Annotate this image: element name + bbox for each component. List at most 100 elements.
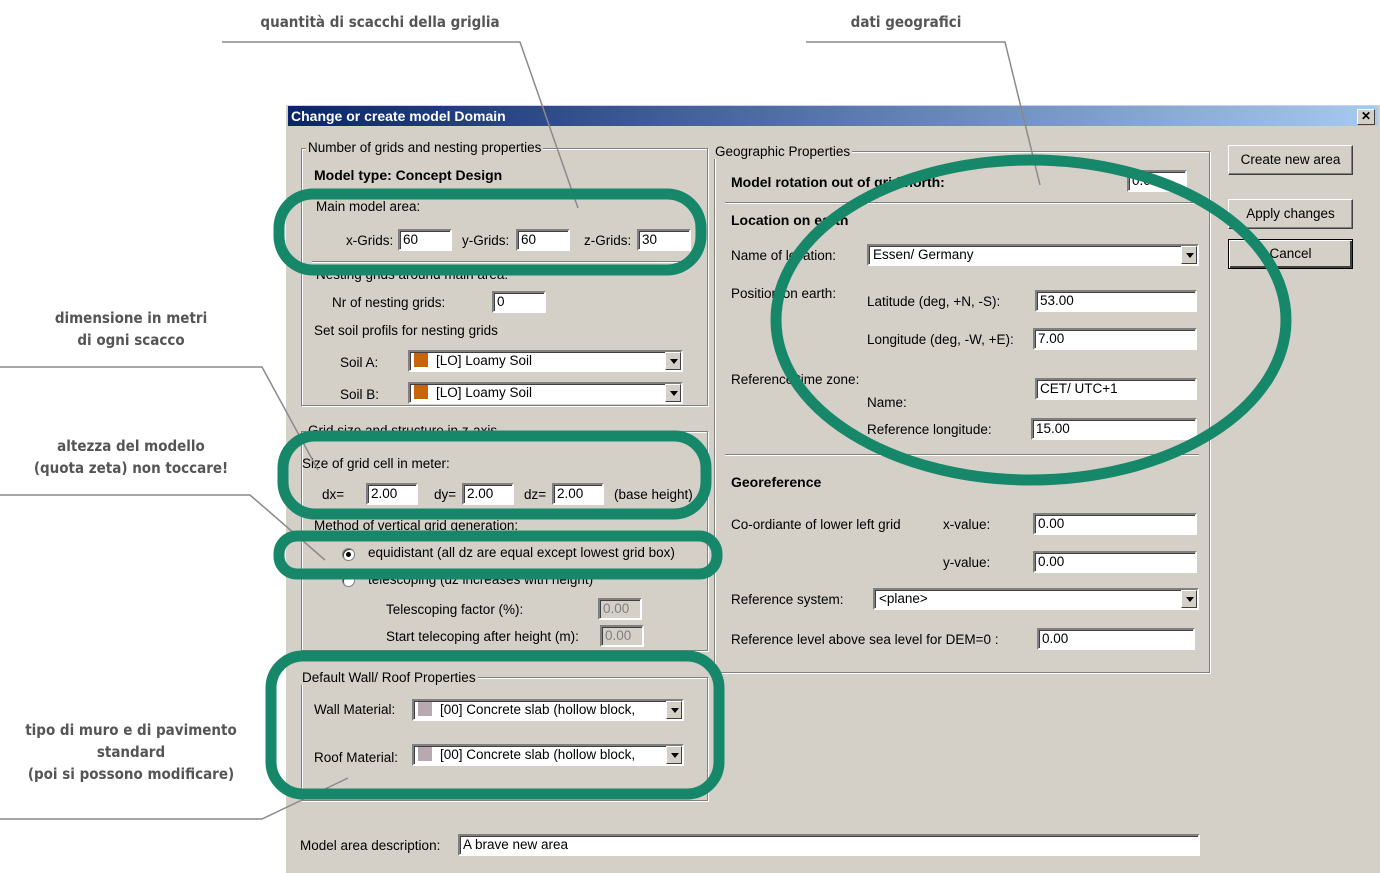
longitude-label: Longitude (deg, -W, +E): — [867, 332, 1014, 347]
grids-separator — [312, 261, 696, 263]
y-value-input[interactable]: 0.00 — [1033, 551, 1197, 573]
tel-factor-input[interactable]: 0.00 — [598, 598, 642, 620]
annotation-wall-roof-line1: tipo di muro e di pavimento — [25, 721, 237, 739]
annotation-cell-size: dimensione in metri di ogni scacco — [0, 307, 262, 351]
y-grids-label: y-Grids: — [462, 233, 510, 248]
cells-group-label: Grid size and structure in z-axis — [306, 423, 500, 438]
telescoping-radio[interactable] — [342, 574, 355, 587]
geo-group-label: Geographic Properties — [713, 144, 853, 159]
tel-factor-label: Telescoping factor (%): — [386, 602, 524, 617]
nesting-heading: Nesting grids around main area: — [316, 267, 509, 282]
apply-changes-button[interactable]: Apply changes — [1228, 199, 1353, 229]
wall-material-select[interactable]: [00] Concrete slab (hollow block, — [412, 699, 684, 721]
location-heading: Location on earth — [731, 212, 849, 228]
y-grids-input[interactable]: 60 — [516, 229, 570, 251]
soil-a-label: Soil A: — [340, 355, 379, 370]
wall-material-value: [00] Concrete slab (hollow block, — [440, 702, 636, 717]
equidistant-label: equidistant (all dz are equal except low… — [368, 545, 675, 560]
telescoping-label: telescoping (dz increases with height) — [368, 572, 594, 587]
tel-start-input[interactable]: 0.00 — [600, 625, 644, 647]
annotation-cell-size-line2: di ogni scacco — [77, 331, 185, 349]
walls-group-label: Default Wall/ Roof Properties — [300, 670, 478, 685]
tz-name-label: Name: — [867, 395, 907, 410]
latitude-input[interactable]: 53.00 — [1035, 290, 1197, 312]
x-value-input[interactable]: 0.00 — [1033, 513, 1197, 535]
dialog-title: Change or create model Domain — [291, 108, 506, 124]
wall-material-swatch — [418, 702, 432, 716]
z-grids-input[interactable]: 30 — [637, 229, 691, 251]
rotation-label: Model rotation out of grid north: — [731, 174, 945, 190]
cell-size-label: Size of grid cell in meter: — [302, 456, 450, 471]
chevron-down-icon[interactable] — [665, 352, 681, 370]
annotation-grid-count: quantità di scacchi della griglia — [260, 13, 500, 31]
georef-heading: Georeference — [731, 474, 822, 490]
chevron-down-icon[interactable] — [665, 384, 681, 402]
soil-a-value: [LO] Loamy Soil — [436, 353, 533, 368]
roof-material-swatch — [418, 747, 432, 761]
leader-line-model-height — [0, 494, 326, 561]
create-new-area-button[interactable]: Create new area — [1228, 145, 1353, 175]
close-icon[interactable]: ✕ — [1357, 109, 1375, 125]
annotation-cell-size-line1: dimensione in metri — [54, 309, 208, 327]
roof-material-select[interactable]: [00] Concrete slab (hollow block, — [412, 744, 684, 766]
grids-group: Number of grids and nesting properties M… — [301, 140, 708, 406]
timezone-label: Reference time zone: — [731, 372, 860, 387]
annotation-wall-roof: tipo di muro e di pavimento standard (po… — [0, 719, 262, 785]
chevron-down-icon[interactable] — [666, 746, 682, 764]
dz-label: dz= — [524, 487, 547, 502]
annotation-wall-roof-line2: standard — [96, 743, 166, 761]
rotation-separator — [725, 202, 1199, 204]
latitude-label: Latitude (deg, +N, -S): — [867, 294, 1001, 309]
ref-longitude-label: Reference longitude: — [867, 422, 992, 437]
equidistant-radio[interactable] — [342, 548, 355, 561]
location-name-value: Essen/ Germany — [873, 247, 974, 262]
annotation-model-height: altezza del modello (quota zeta) non toc… — [0, 435, 262, 479]
chevron-down-icon[interactable] — [666, 701, 682, 719]
soil-b-swatch — [414, 385, 428, 399]
grids-group-label: Number of grids and nesting properties — [306, 140, 544, 155]
geo-group: Geographic Properties Model rotation out… — [713, 144, 1210, 673]
nesting-count-input[interactable]: 0 — [492, 291, 546, 313]
chevron-down-icon[interactable] — [1181, 246, 1197, 264]
soil-b-label: Soil B: — [340, 387, 380, 402]
z-grids-label: z-Grids: — [584, 233, 632, 248]
tel-start-label: Start telecoping after height (m): — [386, 629, 579, 644]
annotation-model-height-line2: (quota zeta) non toccare! — [33, 459, 229, 477]
y-value-label: y-value: — [943, 555, 991, 570]
soil-a-swatch — [414, 353, 428, 367]
soil-heading: Set soil profils for nesting grids — [314, 323, 498, 338]
position-label: Position on earth: — [731, 286, 837, 301]
soil-b-value: [LO] Loamy Soil — [436, 385, 533, 400]
description-input[interactable]: A brave new area — [458, 834, 1200, 856]
x-grids-label: x-Grids: — [346, 233, 394, 248]
main-area-label: Main model area: — [316, 199, 421, 214]
walls-group: Default Wall/ Roof Properties Wall Mater… — [300, 670, 708, 801]
dz-input[interactable]: 2.00 — [552, 483, 604, 505]
soil-a-select[interactable]: [LO] Loamy Soil — [408, 350, 683, 372]
ref-longitude-input[interactable]: 15.00 — [1031, 418, 1197, 440]
location-name-select[interactable]: Essen/ Germany — [867, 244, 1199, 266]
title-bar[interactable]: Change or create model Domain ✕ — [288, 106, 1378, 126]
model-type-label: Model type: Concept Design — [314, 167, 503, 183]
rotation-input[interactable]: 0.00 — [1127, 170, 1187, 192]
description-label: Model area description: — [300, 838, 441, 853]
x-value-label: x-value: — [943, 517, 991, 532]
ref-sea-input[interactable]: 0.00 — [1037, 628, 1195, 650]
ref-system-label: Reference system: — [731, 592, 844, 607]
chevron-down-icon[interactable] — [1181, 590, 1197, 608]
dx-label: dx= — [322, 487, 345, 502]
wall-material-label: Wall Material: — [314, 702, 396, 717]
cells-group: Grid size and structure in z-axis Size o… — [301, 423, 708, 651]
roof-material-value: [00] Concrete slab (hollow block, — [440, 747, 636, 762]
base-height-label: (base height) — [614, 487, 693, 502]
cancel-button[interactable]: Cancel — [1228, 239, 1353, 269]
dx-input[interactable]: 2.00 — [366, 483, 418, 505]
dy-input[interactable]: 2.00 — [462, 483, 514, 505]
x-grids-input[interactable]: 60 — [398, 229, 452, 251]
soil-b-select[interactable]: [LO] Loamy Soil — [408, 382, 683, 404]
location-name-label: Name of location: — [731, 248, 837, 263]
tz-name-input[interactable]: CET/ UTC+1 — [1035, 378, 1197, 400]
ref-system-select[interactable]: <plane> — [873, 588, 1199, 610]
annotation-wall-roof-line3: (poi si possono modificare) — [27, 765, 235, 783]
longitude-input[interactable]: 7.00 — [1033, 328, 1197, 350]
